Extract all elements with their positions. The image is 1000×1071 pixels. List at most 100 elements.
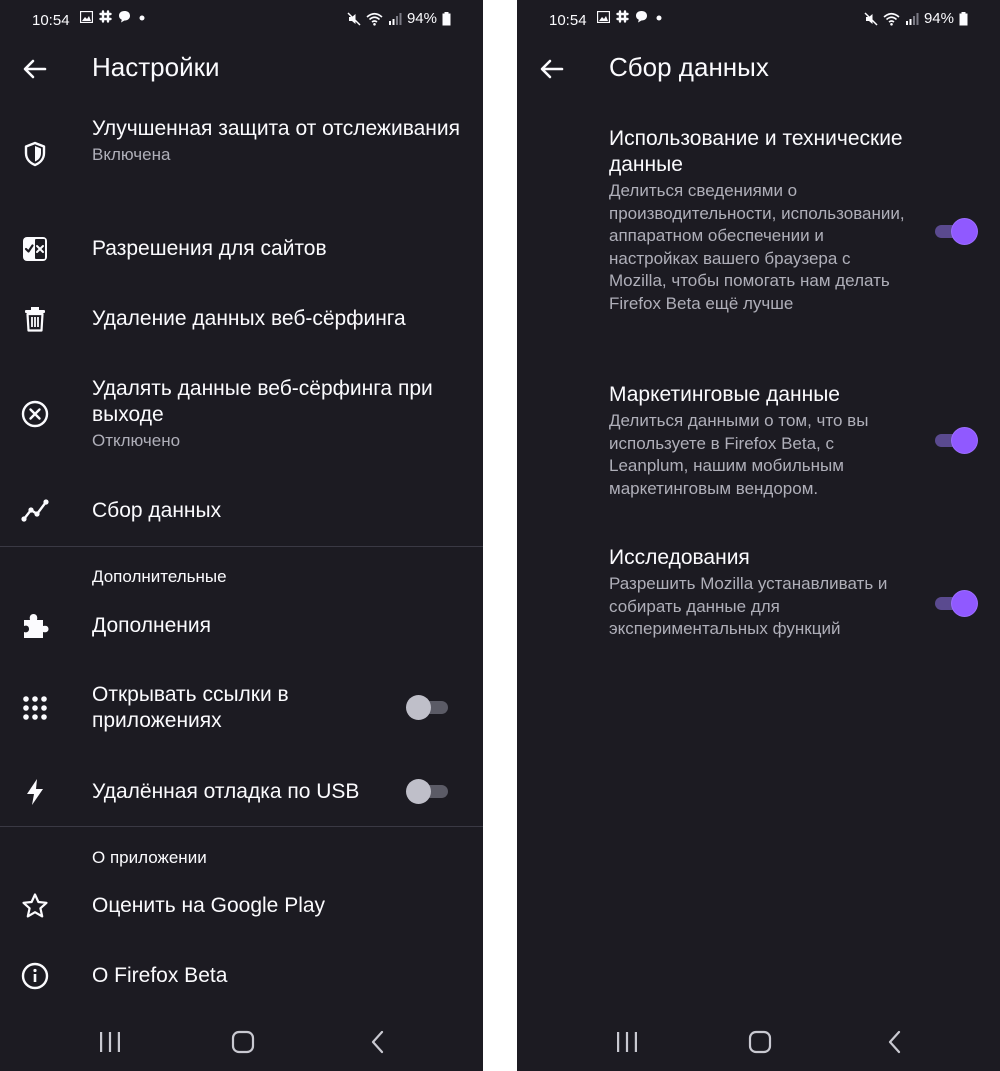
section-header-advanced: Дополнительные (92, 567, 227, 586)
page-title: Настройки (92, 52, 220, 82)
back-button[interactable] (537, 54, 567, 84)
pref-title: Использование и технические данные (609, 127, 903, 176)
item-title: О Firefox Beta (92, 964, 228, 987)
circle-x-icon (20, 399, 50, 429)
star-icon (20, 891, 50, 921)
chat-notification-icon (119, 11, 130, 23)
switch-thumb (952, 591, 977, 616)
item-title: Дополнения (92, 614, 211, 637)
status-time: 10:54 (32, 12, 70, 29)
home-icon (748, 1030, 772, 1054)
trash-icon (20, 304, 50, 334)
settings-item-delete-browsing-data[interactable]: Удаление данных веб-сёрфинга (0, 296, 483, 344)
recents-button[interactable] (90, 1027, 130, 1057)
settings-item-open-links-in-apps[interactable]: Открывать ссылки в приложениях (0, 672, 483, 744)
app-bar: Настройки (0, 46, 483, 90)
settings-item-usb-debugging[interactable]: Удалённая отладка по USB (0, 768, 483, 816)
studies-toggle[interactable] (933, 590, 977, 616)
wifi-icon (366, 12, 383, 26)
gallery-notification-icon (597, 10, 610, 23)
battery-percent: 94% (923, 10, 954, 27)
item-title: Сбор данных (92, 499, 222, 522)
pref-description: Делиться данными о том, что вы используе… (609, 411, 869, 498)
item-status: Отключено (92, 431, 181, 450)
back-arrow-icon (540, 59, 564, 79)
item-title: Улучшенная защита от отслеживания (92, 117, 460, 140)
item-title: Удаление данных веб-сёрфинга (92, 307, 406, 330)
settings-item-tracking-protection[interactable]: Улучшенная защита от отслеживания Включе… (0, 114, 483, 194)
system-back-button[interactable] (358, 1027, 398, 1057)
bolt-icon (20, 777, 50, 807)
section-header-about: О приложении (92, 848, 207, 867)
marketing-data-toggle[interactable] (933, 427, 977, 453)
pref-description: Разрешить Mozilla устанавливать и собира… (609, 574, 888, 638)
usb-debugging-toggle[interactable] (406, 778, 450, 804)
switch-thumb (406, 779, 431, 804)
item-title: Разрешения для сайтов (92, 237, 327, 260)
item-title: Удалять данные веб-сёрфинга при выходе (92, 377, 433, 426)
home-button[interactable] (740, 1027, 780, 1057)
system-back-icon (371, 1030, 384, 1054)
info-icon (20, 961, 50, 991)
settings-item-about-firefox[interactable]: О Firefox Beta (0, 952, 483, 1000)
status-bar: 10:54 94% (517, 0, 1000, 40)
section-divider (0, 826, 483, 827)
data-chart-icon (20, 495, 50, 525)
switch-thumb (406, 695, 431, 720)
item-title: Оценить на Google Play (92, 894, 326, 917)
slack-notification-icon (99, 10, 112, 23)
page-title: Сбор данных (609, 52, 769, 82)
mute-icon (864, 11, 878, 26)
apps-grid-icon (20, 693, 50, 723)
home-icon (231, 1030, 255, 1054)
settings-item-site-permissions[interactable]: Разрешения для сайтов (0, 226, 483, 274)
recents-icon (100, 1032, 120, 1052)
switch-thumb (952, 428, 977, 453)
shield-icon (20, 139, 50, 169)
pref-marketing-data[interactable]: Маркетинговые данные Делиться данными о … (609, 382, 909, 500)
battery-icon (442, 11, 451, 25)
app-bar: Сбор данных (517, 46, 1000, 90)
switch-thumb (952, 219, 977, 244)
pref-description: Делиться сведениями о производительности… (609, 181, 905, 313)
battery-percent: 94% (406, 10, 437, 27)
status-bar: 10:54 94% (0, 0, 483, 40)
system-back-button[interactable] (875, 1027, 915, 1057)
recents-button[interactable] (607, 1027, 647, 1057)
wifi-icon (883, 12, 900, 26)
home-button[interactable] (223, 1027, 263, 1057)
pref-title: Исследования (609, 546, 750, 569)
open-links-toggle[interactable] (406, 694, 450, 720)
pref-studies[interactable]: Исследования Разрешить Mozilla устанавли… (609, 545, 909, 641)
system-nav-bar (517, 1011, 1000, 1071)
mute-icon (347, 11, 361, 26)
system-back-icon (888, 1030, 901, 1054)
settings-item-rate-google-play[interactable]: Оценить на Google Play (0, 882, 483, 930)
settings-item-data-collection[interactable]: Сбор данных (0, 488, 483, 536)
settings-screen: 10:54 94% Настройки Улучшенная защита от… (0, 0, 483, 1071)
item-title: Открывать ссылки в приложениях (92, 683, 289, 732)
signal-icon (905, 13, 919, 25)
signal-icon (388, 13, 402, 25)
gallery-notification-icon (80, 10, 93, 23)
system-nav-bar (0, 1011, 483, 1071)
more-notifications-dot-icon (139, 15, 145, 20)
slack-notification-icon (616, 10, 629, 23)
chat-notification-icon (636, 11, 647, 23)
usage-data-toggle[interactable] (933, 218, 977, 244)
back-arrow-icon (23, 59, 47, 79)
section-divider (0, 546, 483, 547)
more-notifications-dot-icon (656, 15, 662, 20)
back-button[interactable] (20, 54, 50, 84)
battery-icon (959, 11, 968, 25)
item-status: Включена (92, 145, 171, 164)
recents-icon (617, 1032, 637, 1052)
site-permissions-icon (20, 234, 50, 264)
data-collection-screen: 10:54 94% Сбор данных Использование и те… (517, 0, 1000, 1071)
status-time: 10:54 (549, 12, 587, 29)
pref-title: Маркетинговые данные (609, 383, 840, 406)
settings-item-delete-on-quit[interactable]: Удалять данные веб-сёрфинга при выходе О… (0, 374, 483, 458)
puzzle-icon (20, 611, 50, 641)
pref-usage-technical-data[interactable]: Использование и технические данные Делит… (609, 126, 909, 315)
settings-item-addons[interactable]: Дополнения (0, 602, 483, 650)
